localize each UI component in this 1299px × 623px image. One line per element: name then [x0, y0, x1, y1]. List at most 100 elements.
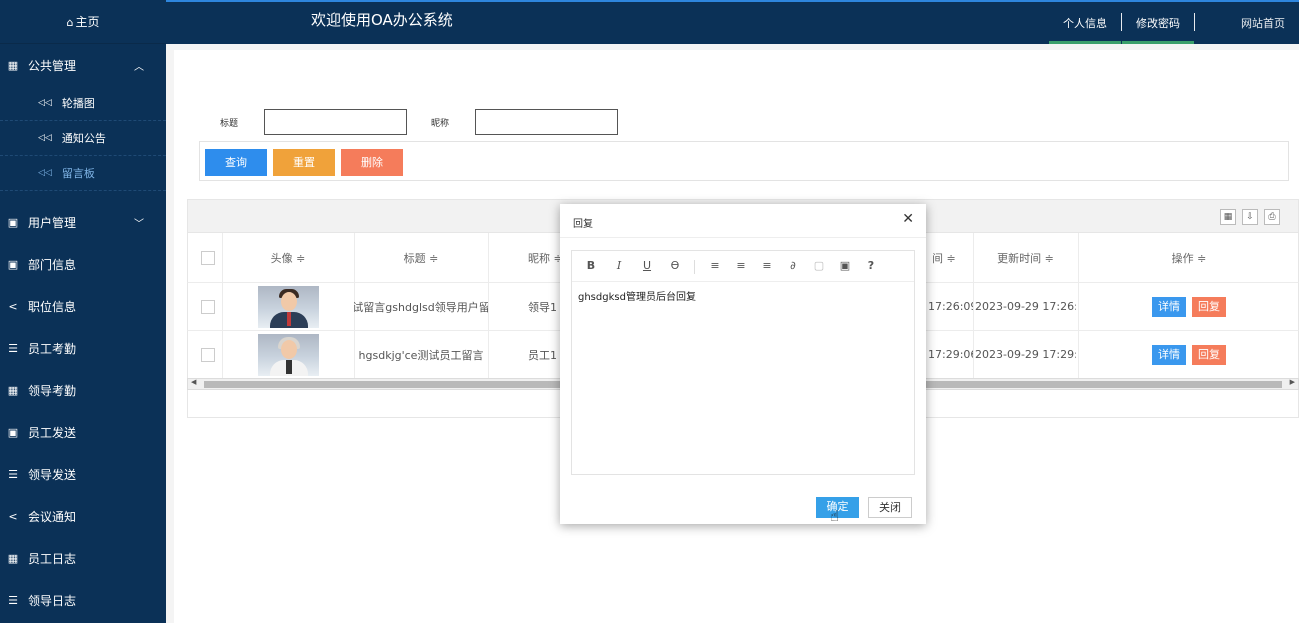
align-left-icon[interactable]: ≡	[708, 259, 722, 272]
sidebar-home[interactable]: ⌂ 主页	[0, 0, 166, 44]
sidebar-item-leader-attendance[interactable]: ▦ 领导考勤	[0, 369, 166, 411]
dialog-header: 回复 ✕	[560, 204, 926, 238]
sidebar-item-label: 职位信息	[28, 299, 77, 314]
updated-time-cell: 2023-09-29 17:26:0	[975, 300, 1076, 313]
help-icon[interactable]: ?	[864, 259, 878, 272]
double-arrow-icon: ◁◁	[38, 168, 52, 178]
sidebar-item-label: 员工考勤	[28, 341, 77, 356]
scroll-left-icon[interactable]: ◀	[191, 378, 196, 386]
rich-text-editor[interactable]: B I U ϴ ≡ ≡ ≡ ∂ ▢ ▣ ? ghsdgksd管理员后台回复	[571, 250, 915, 475]
created-time-cell: 17:29:06	[928, 348, 973, 361]
export-icon[interactable]: ⇩	[1242, 209, 1258, 225]
sidebar-item-position[interactable]: < 职位信息	[0, 285, 166, 327]
updated-time-cell: 2023-09-29 17:29:0	[975, 348, 1076, 361]
reset-button[interactable]: 重置	[273, 149, 335, 176]
editor-content[interactable]: ghsdgksd管理员后台回复	[572, 282, 914, 309]
column-header[interactable]: 标题 ≑	[354, 233, 488, 282]
columns-icon[interactable]: ▦	[1220, 209, 1236, 225]
link-icon[interactable]: ∂	[786, 259, 800, 272]
sidebar-home-label: 主页	[75, 15, 100, 29]
grid-icon: ▦	[7, 383, 19, 397]
list-icon: ☰	[8, 593, 18, 607]
dialog-title: 回复	[573, 219, 593, 230]
calendar-icon: ▣	[7, 215, 19, 229]
double-arrow-icon: ◁◁	[38, 133, 52, 143]
sidebar-item-department[interactable]: ▣ 部门信息	[0, 243, 166, 285]
row-checkbox[interactable]	[201, 347, 215, 362]
detail-button[interactable]: 详情	[1152, 296, 1186, 317]
sidebar-item-label: 部门信息	[28, 257, 77, 272]
link-profile[interactable]: 个人信息	[1049, 0, 1121, 44]
sidebar-item-label: 轮播图	[61, 97, 95, 110]
sidebar-item-label: 员工日志	[28, 551, 77, 566]
divider	[1194, 13, 1195, 31]
query-button[interactable]: 查询	[205, 149, 267, 176]
close-icon[interactable]: ✕	[902, 211, 914, 227]
reply-button[interactable]: 回复	[1192, 296, 1226, 317]
delete-button[interactable]: 删除	[341, 149, 403, 176]
sidebar-item-notice[interactable]: ◁◁ 通知公告	[0, 121, 166, 156]
sidebar-item-leader-send[interactable]: ☰ 领导发送	[0, 453, 166, 495]
grid-icon: ▦	[7, 551, 19, 565]
sidebar-item-label: 公共管理	[28, 58, 77, 73]
calendar-icon: ▣	[7, 425, 19, 439]
sidebar-item-staff-send[interactable]: ▣ 员工发送	[0, 411, 166, 453]
link-change-password[interactable]: 修改密码	[1122, 0, 1194, 44]
share-icon: <	[8, 509, 18, 523]
column-header[interactable]: 更新时间 ≑	[973, 233, 1078, 282]
row-checkbox[interactable]	[201, 299, 215, 314]
reply-dialog: 回复 ✕ B I U ϴ ≡ ≡ ≡ ∂ ▢ ▣ ? ghsdgksd管理员后台…	[560, 204, 926, 524]
link-site-home[interactable]: 网站首页	[1227, 0, 1299, 44]
sidebar-item-label: 领导日志	[28, 593, 77, 608]
avatar	[257, 285, 319, 328]
close-button[interactable]: 关闭	[868, 497, 912, 518]
title-input[interactable]	[264, 109, 407, 135]
editor-toolbar: B I U ϴ ≡ ≡ ≡ ∂ ▢ ▣ ?	[572, 251, 914, 282]
share-icon: <	[8, 299, 18, 313]
header-links: 个人信息 修改密码 网站首页	[1049, 0, 1299, 44]
scroll-right-icon[interactable]: ▶	[1290, 378, 1295, 386]
italic-icon[interactable]: I	[612, 259, 626, 272]
hand-cursor-icon: ☝	[830, 507, 840, 525]
sidebar-item-label: 领导发送	[28, 467, 77, 482]
sidebar-item-staff-log[interactable]: ▦ 员工日志	[0, 537, 166, 579]
sidebar-item-leader-log[interactable]: ☰ 领导日志	[0, 579, 166, 621]
column-header[interactable]: 操作 ≑	[1078, 233, 1299, 282]
sidebar-group-users[interactable]: ▣ 用户管理 ﹀	[0, 201, 166, 243]
image-icon[interactable]: ▣	[838, 259, 852, 272]
align-center-icon[interactable]: ≡	[734, 259, 748, 272]
sidebar-item-carousel[interactable]: ◁◁ 轮播图	[0, 86, 166, 121]
nickname-input[interactable]	[475, 109, 618, 135]
title-label: 标题	[220, 118, 239, 129]
header: 欢迎使用OA办公系统 个人信息 修改密码 网站首页	[166, 0, 1299, 44]
title-cell: hgsdkjg'ce测试员工留言	[358, 348, 484, 362]
chevron-down-icon: ﹀	[134, 218, 144, 230]
sidebar-item-label: 员工发送	[28, 425, 77, 440]
detail-button[interactable]: 详情	[1152, 344, 1186, 365]
avatar	[257, 333, 319, 376]
page-title: 欢迎使用OA办公系统	[311, 11, 453, 29]
underline-icon[interactable]: U	[640, 259, 654, 272]
column-header[interactable]: 间 ≑	[932, 233, 972, 282]
calendar-icon: ▣	[7, 257, 19, 271]
sidebar-item-staff-attendance[interactable]: ☰ 员工考勤	[0, 327, 166, 369]
table-icon[interactable]: ▢	[812, 259, 826, 272]
align-right-icon[interactable]: ≡	[760, 259, 774, 272]
bold-icon[interactable]: B	[584, 259, 598, 272]
reply-button[interactable]: 回复	[1192, 344, 1226, 365]
sidebar-group-public[interactable]: ▦ 公共管理 ︿	[0, 44, 166, 86]
sidebar-item-label: 会议通知	[28, 509, 77, 524]
print-icon[interactable]: ⎙	[1264, 209, 1280, 225]
sidebar-item-label: 用户管理	[28, 215, 77, 230]
select-all-checkbox[interactable]	[201, 250, 215, 265]
sidebar: ⌂ 主页 ▦ 公共管理 ︿ ◁◁ 轮播图 ◁◁ 通知公告 ◁◁ 留言板 ▣ 用户管理 ﹀…	[0, 0, 166, 623]
sidebar-item-message-board[interactable]: ◁◁ 留言板	[0, 156, 166, 191]
double-arrow-icon: ◁◁	[38, 98, 52, 108]
column-header[interactable]: 头像 ≑	[222, 233, 354, 282]
strikethrough-icon[interactable]: ϴ	[668, 259, 682, 272]
list-icon: ☰	[8, 341, 18, 355]
nickname-label: 昵称	[431, 118, 450, 129]
title-cell: 试留言gshdglsd领导用户留	[354, 300, 488, 314]
grid-icon: ▦	[7, 58, 19, 72]
sidebar-item-meeting[interactable]: < 会议通知	[0, 495, 166, 537]
